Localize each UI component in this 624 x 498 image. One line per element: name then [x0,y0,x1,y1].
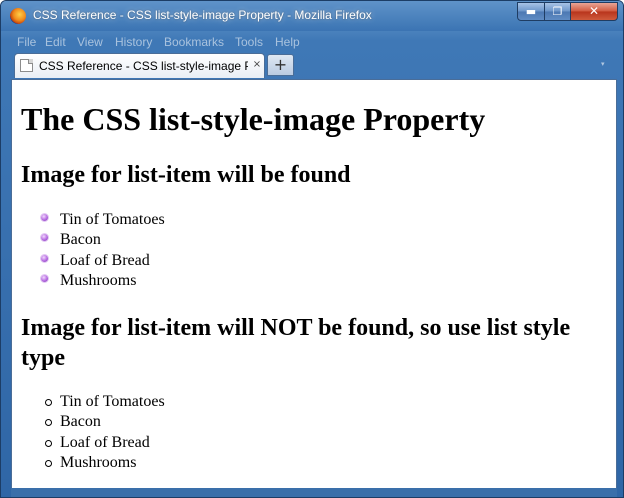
list-item-text: Loaf of Bread [60,433,150,451]
menu-bookmarks[interactable]: Bookmarks [164,35,224,49]
list-item: Bacon [20,412,165,432]
page-content[interactable]: The CSS list-style-image Property Image … [11,79,617,488]
list-item-text: Tin of Tomatoes [60,393,165,410]
list-item-text: Mushrooms [60,453,137,471]
image-bullet-list: Tin of Tomatoes Bacon Loaf of Bread Mush… [20,210,165,291]
circle-bullet-list: Tin of Tomatoes Bacon Loaf of Bread Mush… [20,392,165,473]
maximize-button[interactable]: ❐ [544,2,571,21]
list-bullet-image-icon [41,234,48,242]
firefox-icon[interactable] [10,8,26,24]
close-button[interactable]: ✕ [570,2,618,21]
menu-bar: File Edit View History Bookmarks Tools H… [1,32,623,52]
section-found-heading: Image for list-item will be found [21,162,351,188]
list-item-text: Bacon [60,231,101,249]
list-item-text: Bacon [60,413,101,431]
list-item: Tin of Tomatoes [20,210,165,230]
list-item-text: Tin of Tomatoes [60,211,165,228]
page-icon [20,59,33,72]
list-bullet-image-icon [41,214,48,221]
menu-tools[interactable]: Tools [235,35,263,49]
new-tab-button[interactable]: + [267,54,294,76]
tab-close-icon[interactable]: × [251,59,263,71]
list-item: Tin of Tomatoes [20,392,165,412]
list-bullet-image-icon [41,254,48,262]
list-bullet-image-icon [41,274,48,282]
browser-window: CSS Reference - CSS list-style-image Pro… [0,0,624,498]
window-bottom-frame [11,488,617,497]
tab-label: CSS Reference - CSS list-style-image Pro… [39,59,248,73]
list-item-text: Loaf of Bread [60,251,150,269]
circle-bullet-icon [45,419,52,427]
circle-bullet-icon [45,439,52,447]
menu-help[interactable]: Help [275,35,300,49]
page-heading: The CSS list-style-image Property [21,101,486,137]
list-item: Mushrooms [20,453,165,473]
list-item: Mushrooms [20,271,165,291]
list-item: Bacon [20,230,165,250]
circle-bullet-icon [45,459,52,467]
title-bar[interactable]: CSS Reference - CSS list-style-image Pro… [1,1,623,31]
list-item: Loaf of Bread [20,251,165,271]
menu-file[interactable]: File [17,35,36,49]
window-title: CSS Reference - CSS list-style-image Pro… [33,8,372,22]
list-item-text: Mushrooms [60,271,137,289]
tab-bar: CSS Reference - CSS list-style-image Pro… [1,52,623,78]
minimize-button[interactable]: ▬ [517,2,545,21]
menu-view[interactable]: View [77,35,103,49]
menu-edit[interactable]: Edit [45,35,66,49]
tab-css-reference[interactable]: CSS Reference - CSS list-style-image Pro… [14,53,265,78]
list-all-tabs-icon[interactable]: ▾ [601,60,609,68]
section-not-found-heading: Image for list-item will NOT be found, s… [21,315,571,371]
list-item: Loaf of Bread [20,433,165,453]
circle-bullet-icon [45,399,52,406]
menu-history[interactable]: History [115,35,152,49]
